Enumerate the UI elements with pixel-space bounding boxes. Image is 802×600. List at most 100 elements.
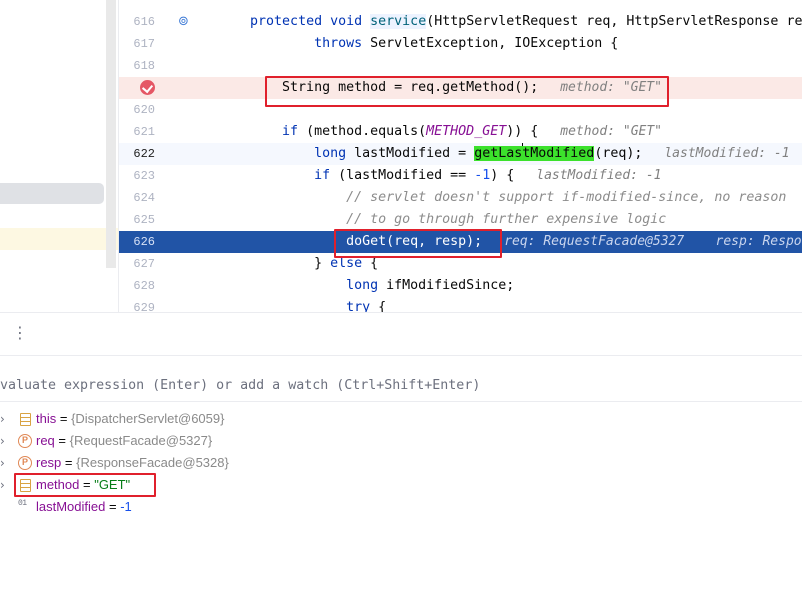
code-text: if (method.equals(METHOD_GET)) { method: … xyxy=(218,121,662,143)
equals-sign: = xyxy=(56,411,72,426)
eval-divider xyxy=(0,401,802,402)
code-token: protected xyxy=(250,14,323,29)
debugger-toolbar: ⋮ xyxy=(0,313,802,356)
project-tool-window xyxy=(0,0,118,312)
code-token: // servlet doesn't support if-modified-s… xyxy=(346,190,787,205)
code-token: METHOD_GET xyxy=(426,124,507,139)
expand-chevron-icon[interactable]: › xyxy=(0,474,10,496)
code-token: } xyxy=(218,256,331,271)
project-tree-current-row[interactable] xyxy=(0,228,118,250)
code-line[interactable]: 623 if (lastModified == -1) {lastModifie… xyxy=(119,165,802,187)
variable-value: {ResponseFacade@5328} xyxy=(76,455,229,470)
field-stack-icon xyxy=(20,413,31,426)
code-token: (HttpServletRequest req, HttpServletResp… xyxy=(426,14,802,29)
code-editor[interactable]: 616 protected void service(HttpServletRe… xyxy=(0,0,802,312)
line-number[interactable]: 625 xyxy=(119,209,155,231)
variable-row-req[interactable]: › Preq = {RequestFacade@5327} xyxy=(0,430,802,452)
code-token: (method.equals( xyxy=(298,124,427,139)
code-token: throws xyxy=(314,36,363,51)
code-text: protected void service(HttpServletReques… xyxy=(218,11,802,33)
code-token: service xyxy=(370,14,427,29)
inline-value-hint: method: "GET" xyxy=(560,124,662,139)
code-line[interactable]: 629 try { xyxy=(119,297,802,312)
code-token: try xyxy=(346,300,371,312)
variable-entry: this = {DispatcherServlet@6059} xyxy=(36,408,224,430)
code-token: ) { xyxy=(490,168,515,183)
variable-name: this xyxy=(36,411,57,426)
variable-entry: resp = {ResponseFacade@5328} xyxy=(36,452,229,474)
variable-name: req xyxy=(36,433,55,448)
inline-value-hint: lastModified: -1 xyxy=(536,168,662,183)
variable-entry: lastModified = -1 xyxy=(36,496,132,518)
inline-value-hint: lastModified: -1 xyxy=(664,146,790,161)
code-text: if (lastModified == -1) {lastModified: -… xyxy=(218,165,661,187)
variable-row-resp[interactable]: › Presp = {ResponseFacade@5328} xyxy=(0,452,802,474)
evaluate-expression-input[interactable]: valuate expression (Enter) or add a watc… xyxy=(0,375,802,397)
project-scrollbar[interactable] xyxy=(106,0,116,268)
code-token: // to go through further expensive logic xyxy=(346,212,667,227)
code-token: ifModifiedSince; xyxy=(378,278,515,293)
equals-sign: = xyxy=(54,433,70,448)
code-text: throws ServletException, IOException { xyxy=(218,33,618,55)
variable-value: {RequestFacade@5327} xyxy=(69,433,213,448)
line-number[interactable]: 621 xyxy=(119,121,155,143)
line-number[interactable]: 620 xyxy=(119,99,155,121)
code-line[interactable]: 617 throws ServletException, IOException… xyxy=(119,33,802,55)
line-number[interactable]: 624 xyxy=(119,187,155,209)
code-token: if xyxy=(282,124,299,139)
code-token: else xyxy=(330,256,363,271)
line-number[interactable]: 617 xyxy=(119,33,155,55)
variable-name: lastModified xyxy=(36,499,106,514)
code-text: long lastModified = getLastModified(req)… xyxy=(218,143,790,165)
line-number[interactable]: 628 xyxy=(119,275,155,297)
more-options-icon[interactable]: ⋮ xyxy=(12,323,28,342)
code-line[interactable]: 618 xyxy=(119,55,802,77)
line-number[interactable]: 618 xyxy=(119,55,155,77)
breakpoint-icon[interactable] xyxy=(140,80,155,95)
code-text: long ifModifiedSince; xyxy=(218,275,514,297)
line-number[interactable]: 616 xyxy=(119,11,155,33)
line-number[interactable]: 627 xyxy=(119,253,155,275)
debugger-panel: ⋮ valuate expression (Enter) or add a wa… xyxy=(0,312,802,600)
code-token: void xyxy=(330,14,363,29)
code-token: ServletException, IOException { xyxy=(362,36,619,51)
code-token: (req); xyxy=(594,146,643,161)
code-token: getLas xyxy=(474,146,523,161)
line-number[interactable]: 629 xyxy=(119,297,155,312)
parameter-icon: P xyxy=(18,434,32,448)
code-token: -1 xyxy=(474,168,491,183)
code-line[interactable]: 625 // to go through further expensive l… xyxy=(119,209,802,231)
equals-sign: = xyxy=(61,455,77,470)
code-line[interactable]: 616 protected void service(HttpServletRe… xyxy=(119,11,802,33)
code-text: // servlet doesn't support if-modified-s… xyxy=(218,187,786,209)
expand-chevron-icon[interactable]: › xyxy=(0,452,10,474)
line-number[interactable]: 622 xyxy=(119,143,155,165)
line-number[interactable]: 626 xyxy=(119,231,155,253)
highlight-box-method-line xyxy=(265,76,669,107)
code-line[interactable]: 624 // servlet doesn't support if-modifi… xyxy=(119,187,802,209)
override-method-icon[interactable]: ⊚ xyxy=(178,14,192,30)
code-token: )) { xyxy=(506,124,539,139)
variable-row-this[interactable]: › this = {DispatcherServlet@6059} xyxy=(0,408,802,430)
variable-entry: req = {RequestFacade@5327} xyxy=(36,430,212,452)
code-line[interactable]: 621 if (method.equals(METHOD_GET)) { meth… xyxy=(119,121,802,143)
variable-row-lastmodified[interactable]: 01 lastModified = -1 xyxy=(0,496,802,518)
expand-chevron-icon[interactable]: › xyxy=(0,408,10,430)
code-line[interactable]: 628 long ifModifiedSince; xyxy=(119,275,802,297)
line-number[interactable]: 623 xyxy=(119,165,155,187)
code-token: { xyxy=(362,256,379,271)
highlight-box-method-variable xyxy=(14,473,156,497)
variable-value: {DispatcherServlet@6059} xyxy=(71,411,225,426)
project-tree-selected-row[interactable] xyxy=(0,183,104,204)
expand-chevron-icon[interactable]: › xyxy=(0,430,10,452)
code-line[interactable]: 622 long lastModified = getLastModified(… xyxy=(119,143,802,165)
code-token: long xyxy=(314,146,347,161)
